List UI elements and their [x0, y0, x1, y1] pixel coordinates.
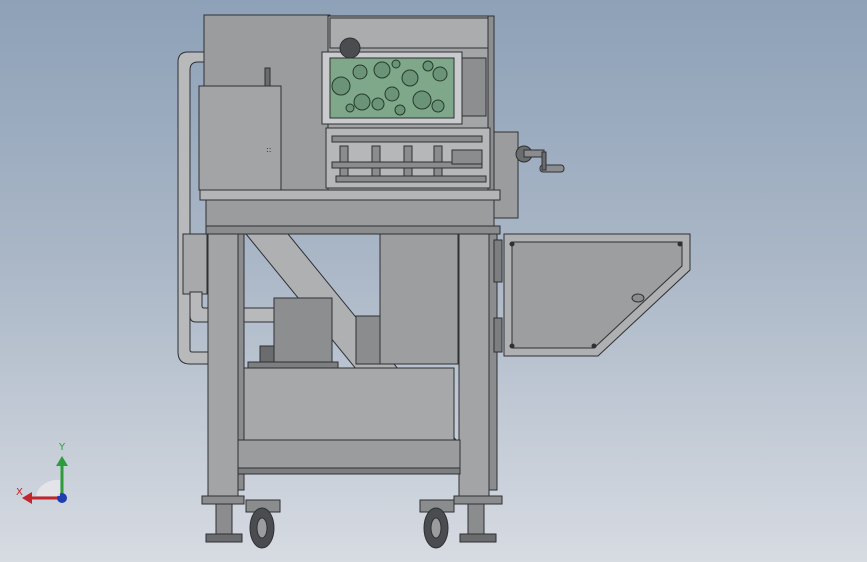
svg-text:::: ::: [266, 145, 271, 154]
table-top: [199, 189, 501, 235]
caster-wheel-icon: [245, 499, 455, 549]
machine-side-view[interactable]: ::: [0, 0, 867, 562]
handwheel-icon: [515, 145, 565, 173]
side-door-panel: [503, 233, 691, 357]
lower-tray: [237, 367, 461, 475]
center-block: [355, 233, 459, 365]
axis-x-label: X: [16, 487, 23, 498]
cad-viewport[interactable]: :: X Y: [0, 0, 867, 562]
axis-y-label: Y: [59, 442, 66, 453]
xyz-triad-icon: X Y: [14, 440, 78, 510]
